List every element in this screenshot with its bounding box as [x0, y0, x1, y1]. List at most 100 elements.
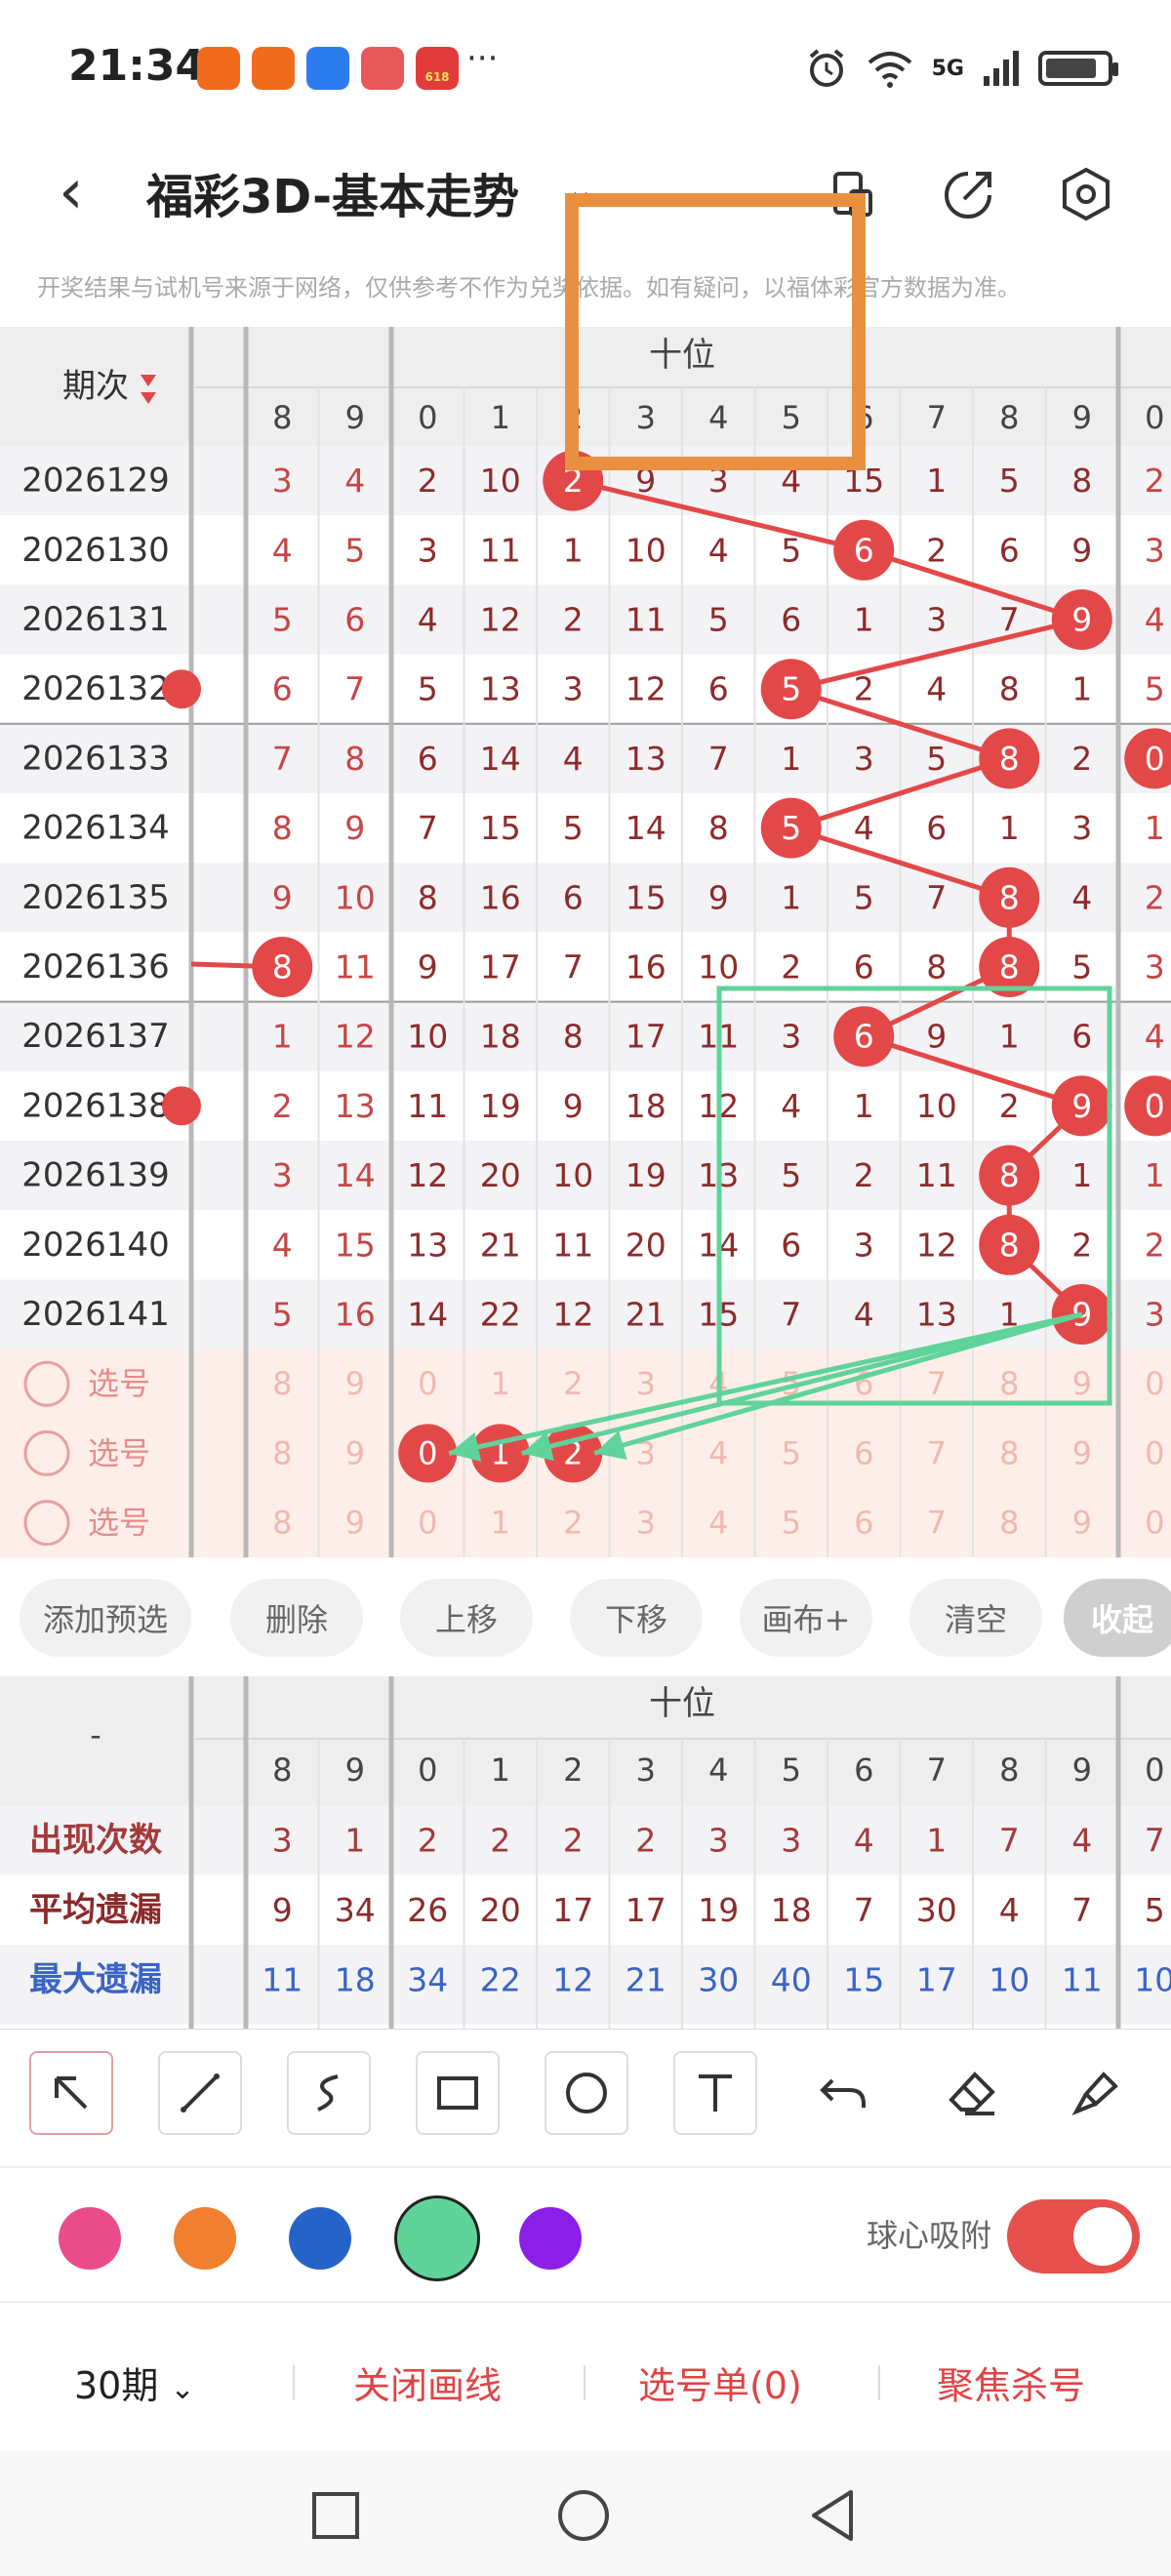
table-cell: 1 [272, 1018, 293, 1056]
table-cell: 15 [480, 809, 521, 847]
stats-cell: 17 [626, 1891, 666, 1929]
separator [584, 2365, 586, 2400]
back-nav-icon[interactable] [806, 2488, 861, 2543]
stats-cell: 22 [480, 1960, 521, 1998]
clear-button[interactable]: 清空 [909, 1579, 1042, 1657]
pick-number: 0 [1145, 1365, 1164, 1402]
pick-list-button[interactable]: 选号单(0) [638, 2355, 802, 2409]
table-cell: 4 [1145, 601, 1165, 639]
focus-kill-button[interactable]: 聚焦杀号 [937, 2355, 1085, 2409]
pick-number: 8 [999, 1505, 1019, 1542]
recent-apps-icon[interactable] [310, 2490, 361, 2541]
rectangle-icon[interactable] [416, 2051, 500, 2135]
magnet-snap-toggle[interactable] [1007, 2199, 1140, 2274]
eraser-icon[interactable] [931, 2051, 1015, 2135]
stats-group-label: 十位 [649, 1684, 715, 1723]
stats-cell: 4 [999, 1891, 1020, 1929]
canvas-plus-button[interactable]: 画布+ [740, 1579, 872, 1657]
table-cell: 11 [335, 948, 376, 986]
pick-number: 9 [1072, 1434, 1092, 1471]
palette-divider [0, 2301, 1171, 2303]
color-swatch[interactable] [59, 2207, 121, 2270]
pick-number: 0 [418, 1505, 437, 1542]
table-row[interactable] [0, 793, 1171, 864]
issue-number: 2026137 [21, 1017, 169, 1056]
table-cell: 7 [344, 670, 365, 708]
table-cell: 1 [781, 878, 801, 916]
home-icon[interactable] [556, 2488, 611, 2543]
table-row[interactable] [0, 584, 1171, 655]
pick-row[interactable] [0, 1348, 1171, 1419]
stats-cell: 18 [771, 1891, 812, 1929]
column-header: 9 [1072, 399, 1092, 436]
column-header: 9 [345, 399, 365, 436]
stats-cell: 17 [916, 1960, 957, 1998]
pick-number: 7 [927, 1505, 947, 1542]
color-swatch[interactable] [174, 2207, 236, 2270]
pick-number: 8 [999, 1365, 1019, 1402]
table-cell: 5 [708, 601, 729, 639]
stats-cell: 18 [335, 1960, 376, 1998]
toggle-knob [1073, 2207, 1132, 2266]
circle-icon[interactable] [545, 2051, 628, 2135]
brush-icon[interactable] [1054, 2051, 1138, 2135]
table-row[interactable] [0, 515, 1171, 585]
magnet-snap-label: 球心吸附 [867, 2217, 992, 2254]
table-cell: 8 [563, 1018, 584, 1056]
move-down-button[interactable]: 下移 [570, 1579, 703, 1657]
trend-chart[interactable]: 期次十位890123456789020261293421029341515822… [0, 0, 1171, 2030]
period-selector[interactable]: 30期 ⌄ [74, 2355, 195, 2409]
table-cell: 20 [480, 1156, 521, 1194]
table-cell: 9 [272, 878, 293, 916]
table-cell: 7 [926, 878, 947, 916]
table-cell: 5 [926, 740, 947, 778]
pick-number: 8 [272, 1365, 292, 1402]
stats-column-header: 9 [345, 1751, 365, 1789]
move-up-button[interactable]: 上移 [400, 1579, 533, 1657]
close-lines-button[interactable]: 关闭画线 [353, 2355, 502, 2409]
table-cell: 3 [563, 670, 584, 708]
table-cell: 6 [854, 948, 874, 986]
line-icon[interactable] [158, 2051, 242, 2135]
table-cell: 4 [708, 531, 729, 569]
pick-number: 9 [345, 1505, 365, 1542]
issue-number: 2026141 [21, 1295, 169, 1334]
stats-cell: 1 [926, 1821, 947, 1859]
hit-number: 8 [272, 948, 293, 986]
stats-cell: 11 [262, 1960, 303, 1998]
undo-icon[interactable] [802, 2051, 886, 2135]
issue-number: 2026138 [21, 1086, 169, 1125]
stats-cell: 20 [480, 1891, 521, 1929]
delete-button[interactable]: 删除 [230, 1579, 363, 1657]
hit-number: 5 [781, 809, 801, 847]
table-cell: 2 [926, 531, 947, 569]
issue-number: 2026136 [21, 947, 169, 986]
hit-number: 8 [999, 948, 1020, 986]
text-icon[interactable] [673, 2051, 757, 2135]
color-swatch[interactable] [519, 2207, 582, 2270]
pick-number: 7 [927, 1365, 947, 1402]
collapse-button[interactable]: 收起 [1064, 1579, 1171, 1657]
pick-number: 8 [272, 1505, 292, 1542]
table-row[interactable] [0, 1001, 1171, 1071]
hit-number: 6 [854, 1018, 874, 1056]
table-cell: 1 [563, 531, 584, 569]
stats-cell: 2 [490, 1821, 510, 1859]
hit-number: 0 [1145, 1087, 1165, 1125]
pick-row[interactable] [0, 1488, 1171, 1558]
table-cell: 10 [335, 878, 376, 916]
table-cell: 4 [854, 809, 874, 847]
table-cell: 22 [480, 1296, 521, 1334]
table-cell: 3 [1071, 809, 1092, 847]
color-swatch[interactable] [394, 2195, 480, 2281]
pointer-arrow-icon[interactable] [29, 2051, 113, 2135]
issue-header: 期次 [62, 367, 129, 406]
add-preselect-button[interactable]: 添加预选 [20, 1579, 191, 1657]
hit-number: 8 [999, 878, 1020, 916]
pick-number: 4 [708, 1505, 728, 1542]
color-swatch[interactable] [289, 2207, 351, 2270]
freehand-icon[interactable] [287, 2051, 371, 2135]
table-cell: 4 [272, 531, 293, 569]
table-cell: 6 [926, 809, 947, 847]
stats-cell: 1 [344, 1821, 365, 1859]
